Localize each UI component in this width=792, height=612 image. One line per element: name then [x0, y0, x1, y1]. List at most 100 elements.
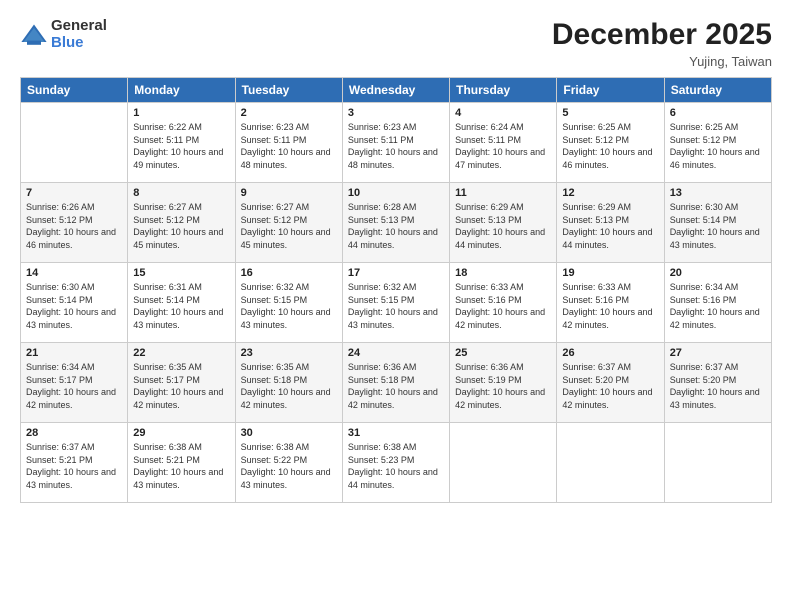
day-info: Sunrise: 6:38 AMSunset: 5:23 PMDaylight:…: [348, 441, 444, 491]
day-info: Sunrise: 6:34 AMSunset: 5:16 PMDaylight:…: [670, 281, 766, 331]
day-number: 12: [562, 187, 658, 199]
table-row: [557, 423, 664, 503]
logo-general-label: General: [51, 18, 107, 35]
day-info: Sunrise: 6:23 AMSunset: 5:11 PMDaylight:…: [348, 121, 444, 171]
calendar-table: Sunday Monday Tuesday Wednesday Thursday…: [20, 77, 772, 503]
day-info: Sunrise: 6:25 AMSunset: 5:12 PMDaylight:…: [562, 121, 658, 171]
day-info: Sunrise: 6:33 AMSunset: 5:16 PMDaylight:…: [455, 281, 551, 331]
day-info: Sunrise: 6:36 AMSunset: 5:18 PMDaylight:…: [348, 361, 444, 411]
logo-icon: [20, 21, 48, 49]
table-row: 26Sunrise: 6:37 AMSunset: 5:20 PMDayligh…: [557, 343, 664, 423]
day-info: Sunrise: 6:33 AMSunset: 5:16 PMDaylight:…: [562, 281, 658, 331]
table-row: 11 Sunrise: 6:29 AMSunset: 5:13 PMDayligh…: [450, 183, 557, 263]
day-number: 8: [133, 187, 229, 199]
header-wednesday: Wednesday: [342, 78, 449, 103]
day-number: 28: [26, 427, 122, 439]
table-row: 6Sunrise: 6:25 AMSunset: 5:12 PMDaylight…: [664, 103, 771, 183]
day-info: Sunrise: 6:37 AMSunset: 5:21 PMDaylight:…: [26, 441, 122, 491]
day-number: 3: [348, 107, 444, 119]
table-row: 7 Sunrise: 6:26 AMSunset: 5:12 PMDaylight…: [21, 183, 128, 263]
day-info: Sunrise: 6:37 AMSunset: 5:20 PMDaylight:…: [670, 361, 766, 411]
table-row: 9 Sunrise: 6:27 AMSunset: 5:12 PMDaylight…: [235, 183, 342, 263]
day-info: Sunrise: 6:28 AMSunset: 5:13 PMDaylight:…: [348, 201, 444, 251]
table-row: 22 Sunrise: 6:35 AMSunset: 5:17 PMDayligh…: [128, 343, 235, 423]
table-row: 10 Sunrise: 6:28 AMSunset: 5:13 PMDayligh…: [342, 183, 449, 263]
day-number: 5: [562, 107, 658, 119]
day-number: 2: [241, 107, 337, 119]
header-friday: Friday: [557, 78, 664, 103]
day-info: Sunrise: 6:32 AMSunset: 5:15 PMDaylight:…: [241, 281, 337, 331]
table-row: 12 Sunrise: 6:29 AMSunset: 5:13 PMDayligh…: [557, 183, 664, 263]
day-info: Sunrise: 6:26 AMSunset: 5:12 PMDaylight:…: [26, 201, 122, 251]
table-row: 8 Sunrise: 6:27 AMSunset: 5:12 PMDaylight…: [128, 183, 235, 263]
logo-blue-label: Blue: [51, 35, 107, 52]
calendar-week-row: 14 Sunrise: 6:30 AMSunset: 5:14 PMDayligh…: [21, 263, 772, 343]
calendar-week-row: 7 Sunrise: 6:26 AMSunset: 5:12 PMDaylight…: [21, 183, 772, 263]
table-row: 27 Sunrise: 6:37 AMSunset: 5:20 PMDayligh…: [664, 343, 771, 423]
calendar-week-row: 1 Sunrise: 6:22 AMSunset: 5:11 PMDaylight…: [21, 103, 772, 183]
day-info: Sunrise: 6:32 AMSunset: 5:15 PMDaylight:…: [348, 281, 444, 331]
day-number: 10: [348, 187, 444, 199]
table-row: 15Sunrise: 6:31 AMSunset: 5:14 PMDayligh…: [128, 263, 235, 343]
day-info: Sunrise: 6:23 AMSunset: 5:11 PMDaylight:…: [241, 121, 337, 171]
table-row: 13Sunrise: 6:30 AMSunset: 5:14 PMDayligh…: [664, 183, 771, 263]
table-row: 23 Sunrise: 6:35 AMSunset: 5:18 PMDayligh…: [235, 343, 342, 423]
day-info: Sunrise: 6:35 AMSunset: 5:17 PMDaylight:…: [133, 361, 229, 411]
header-sunday: Sunday: [21, 78, 128, 103]
day-info: Sunrise: 6:29 AMSunset: 5:13 PMDaylight:…: [455, 201, 551, 251]
day-number: 31: [348, 427, 444, 439]
table-row: [450, 423, 557, 503]
day-info: Sunrise: 6:24 AMSunset: 5:11 PMDaylight:…: [455, 121, 551, 171]
day-number: 6: [670, 107, 766, 119]
day-number: 9: [241, 187, 337, 199]
table-row: 21 Sunrise: 6:34 AMSunset: 5:17 PMDayligh…: [21, 343, 128, 423]
day-number: 24: [348, 347, 444, 359]
table-row: 29 Sunrise: 6:38 AMSunset: 5:21 PMDayligh…: [128, 423, 235, 503]
page: General Blue December 2025 Yujing, Taiwa…: [0, 0, 792, 612]
day-info: Sunrise: 6:38 AMSunset: 5:21 PMDaylight:…: [133, 441, 229, 491]
table-row: [21, 103, 128, 183]
day-info: Sunrise: 6:34 AMSunset: 5:17 PMDaylight:…: [26, 361, 122, 411]
day-number: 25: [455, 347, 551, 359]
day-number: 14: [26, 267, 122, 279]
day-number: 4: [455, 107, 551, 119]
day-number: 27: [670, 347, 766, 359]
day-number: 17: [348, 267, 444, 279]
day-number: 22: [133, 347, 229, 359]
month-title: December 2025: [552, 18, 772, 52]
day-info: Sunrise: 6:29 AMSunset: 5:13 PMDaylight:…: [562, 201, 658, 251]
day-info: Sunrise: 6:36 AMSunset: 5:19 PMDaylight:…: [455, 361, 551, 411]
logo-text: General Blue: [51, 18, 107, 51]
calendar-week-row: 21 Sunrise: 6:34 AMSunset: 5:17 PMDayligh…: [21, 343, 772, 423]
day-number: 1: [133, 107, 229, 119]
header-saturday: Saturday: [664, 78, 771, 103]
day-info: Sunrise: 6:27 AMSunset: 5:12 PMDaylight:…: [133, 201, 229, 251]
table-row: 20Sunrise: 6:34 AMSunset: 5:16 PMDayligh…: [664, 263, 771, 343]
table-row: 14 Sunrise: 6:30 AMSunset: 5:14 PMDayligh…: [21, 263, 128, 343]
day-number: 21: [26, 347, 122, 359]
day-number: 26: [562, 347, 658, 359]
table-row: 30Sunrise: 6:38 AMSunset: 5:22 PMDayligh…: [235, 423, 342, 503]
day-info: Sunrise: 6:35 AMSunset: 5:18 PMDaylight:…: [241, 361, 337, 411]
table-row: 4 Sunrise: 6:24 AMSunset: 5:11 PMDaylight…: [450, 103, 557, 183]
table-row: 2 Sunrise: 6:23 AMSunset: 5:11 PMDaylight…: [235, 103, 342, 183]
day-number: 13: [670, 187, 766, 199]
calendar-header-row: Sunday Monday Tuesday Wednesday Thursday…: [21, 78, 772, 103]
header-tuesday: Tuesday: [235, 78, 342, 103]
day-info: Sunrise: 6:30 AMSunset: 5:14 PMDaylight:…: [26, 281, 122, 331]
day-number: 11: [455, 187, 551, 199]
header-thursday: Thursday: [450, 78, 557, 103]
day-info: Sunrise: 6:31 AMSunset: 5:14 PMDaylight:…: [133, 281, 229, 331]
table-row: 3 Sunrise: 6:23 AMSunset: 5:11 PMDaylight…: [342, 103, 449, 183]
table-row: 16Sunrise: 6:32 AMSunset: 5:15 PMDayligh…: [235, 263, 342, 343]
day-number: 29: [133, 427, 229, 439]
day-number: 30: [241, 427, 337, 439]
day-info: Sunrise: 6:22 AMSunset: 5:11 PMDaylight:…: [133, 121, 229, 171]
table-row: 28 Sunrise: 6:37 AMSunset: 5:21 PMDayligh…: [21, 423, 128, 503]
day-info: Sunrise: 6:27 AMSunset: 5:12 PMDaylight:…: [241, 201, 337, 251]
day-number: 7: [26, 187, 122, 199]
day-number: 23: [241, 347, 337, 359]
header-monday: Monday: [128, 78, 235, 103]
table-row: 25 Sunrise: 6:36 AMSunset: 5:19 PMDayligh…: [450, 343, 557, 423]
table-row: 24 Sunrise: 6:36 AMSunset: 5:18 PMDayligh…: [342, 343, 449, 423]
